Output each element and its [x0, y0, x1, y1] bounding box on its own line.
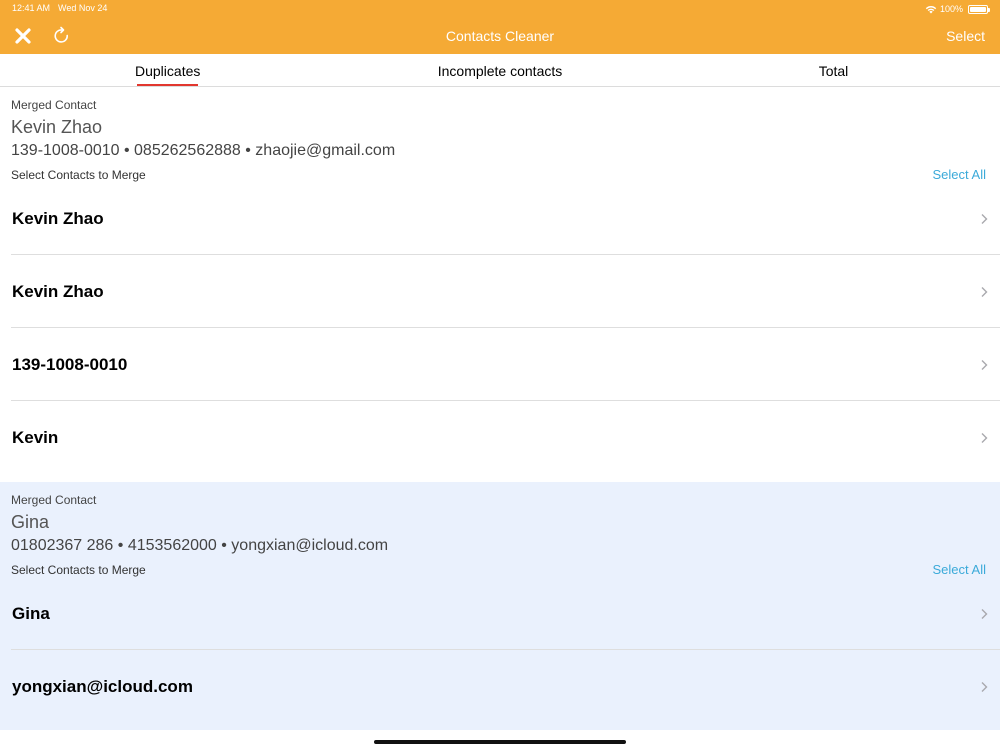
chevron-right-icon: [981, 287, 988, 297]
contact-row[interactable]: Kevin Zhao: [0, 255, 1000, 328]
tab-label: Incomplete contacts: [437, 63, 563, 79]
select-contacts-label: Select Contacts to Merge: [11, 168, 146, 182]
tab-label: Duplicates: [135, 63, 201, 79]
contact-row[interactable]: Kevin Zhao: [0, 182, 1000, 255]
select-all-button[interactable]: Select All: [933, 562, 986, 577]
merged-contact-label: Merged Contact: [11, 98, 97, 112]
contact-row-label: Gina: [12, 604, 50, 623]
contact-row[interactable]: Gina: [0, 577, 1000, 650]
chevron-right-icon: [981, 433, 988, 443]
contact-row-label: Kevin Zhao: [12, 209, 104, 228]
battery-icon: [968, 4, 990, 14]
contact-row-label: Kevin: [12, 428, 59, 447]
contact-row[interactable]: yongxian@icloud.com: [0, 650, 1000, 723]
contact-row[interactable]: 139-1008-0010: [0, 328, 1000, 401]
chevron-right-icon: [981, 214, 988, 224]
tab-incomplete-contacts[interactable]: Incomplete contacts: [400, 54, 600, 87]
select-button[interactable]: Select: [946, 28, 985, 44]
chevron-right-icon: [981, 360, 988, 370]
status-indicators: 100%: [925, 3, 990, 15]
merged-contact-label: Merged Contact: [11, 493, 97, 507]
home-indicator: [374, 740, 626, 744]
page-title: Contacts Cleaner: [445, 28, 555, 44]
merged-contact-details: 01802367 286 • 4153562000 • yongxian@icl…: [11, 537, 389, 554]
status-date: Wed Nov 24: [58, 3, 108, 13]
tab-bar: Duplicates Incomplete contacts Total: [0, 54, 1000, 87]
active-tab-indicator: [137, 84, 198, 86]
select-contacts-label: Select Contacts to Merge: [11, 563, 146, 577]
chevron-right-icon: [981, 609, 988, 619]
wifi-icon: [925, 5, 937, 13]
tab-total[interactable]: Total: [800, 54, 867, 87]
duplicate-group: Merged Contact Kevin Zhao 139-1008-0010 …: [0, 88, 1000, 481]
tab-label: Total: [818, 63, 849, 79]
battery-percent: 100%: [939, 4, 963, 14]
chevron-right-icon: [981, 682, 988, 692]
merged-contact-name: Kevin Zhao: [11, 117, 103, 137]
status-time: 12:41 AM: [12, 3, 51, 13]
merged-contact-details: 139-1008-0010 • 085262562888 • zhaojie@g…: [11, 142, 396, 159]
merged-contact-name: Gina: [11, 512, 50, 532]
contact-row-label: 139-1008-0010: [12, 355, 128, 374]
duplicate-group: Merged Contact Gina 01802367 286 • 41535…: [0, 482, 1000, 730]
contact-row[interactable]: Kevin: [0, 401, 1000, 481]
contact-row-label: Kevin Zhao: [12, 282, 104, 301]
select-all-button[interactable]: Select All: [933, 167, 986, 182]
nav-bar: 12:41 AM Wed Nov 24 100% Contacts Cleane…: [0, 0, 1000, 54]
tab-duplicates[interactable]: Duplicates: [135, 54, 201, 87]
contact-row-label: yongxian@icloud.com: [12, 677, 193, 696]
